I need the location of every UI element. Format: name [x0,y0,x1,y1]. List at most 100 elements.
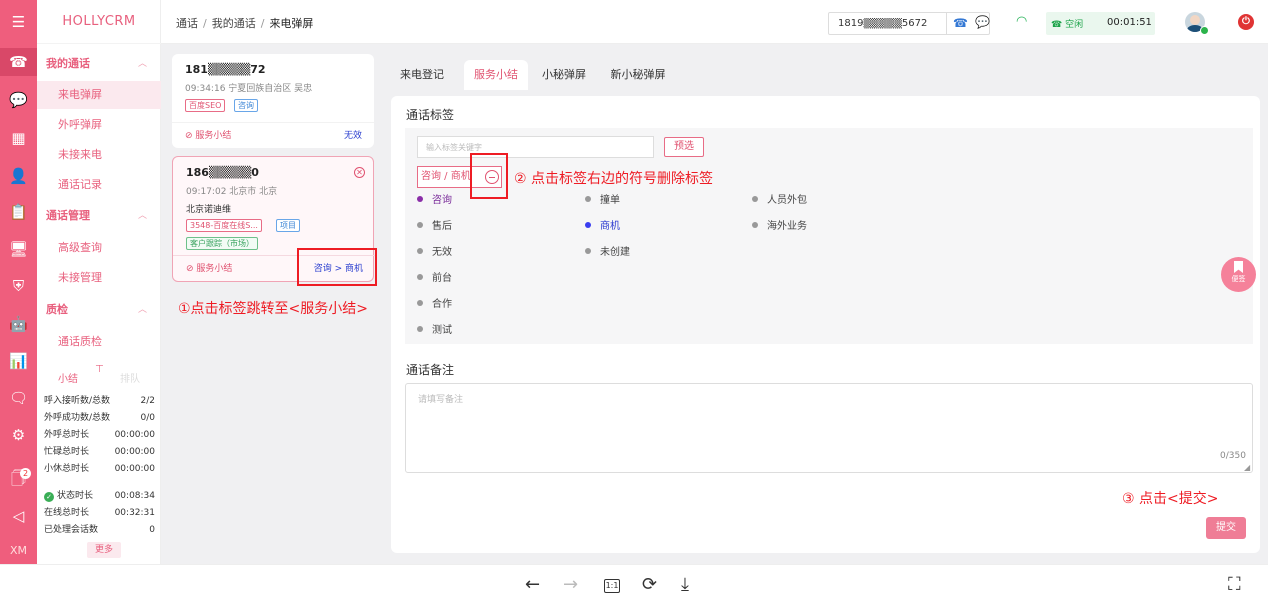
tag-option[interactable]: 海外业务 [752,220,807,234]
icon-rail: ☰ ☎ 💬 ▦ 👤 📋 🖥 ⛨ 🤖 📊 🗨 ⚙ 🗍 2 ◁ XM [0,0,37,564]
tab-new-assistant-popup[interactable]: 新小秘弹屏 [606,60,670,90]
bar-chart-icon[interactable]: 📊 [0,347,37,375]
breadcrumb-item[interactable]: 通话 [176,17,198,30]
call-tag: 客户跟踪（市场） [186,237,258,250]
tag-option[interactable]: 商机 [585,220,620,234]
collapse-icon[interactable]: ◁ [0,502,37,530]
tag-option[interactable]: 咨询 [417,194,452,208]
notification-icon[interactable]: 🗍 2 [0,466,37,494]
tab-bar: 来电登记 服务小结 小秘弹屏 新小秘弹屏 [390,56,1262,92]
menu-icon[interactable]: ☰ [0,8,37,36]
nav-item-outgoing-popup[interactable]: 外呼弹屏 [37,111,161,139]
tags-title: 通话标签 [406,108,455,122]
nav-item-incoming-popup[interactable]: 来电弹屏 [37,81,161,109]
settings-icon[interactable]: ⚙ [0,421,37,449]
shield-icon[interactable]: ⛨ [0,272,37,300]
resize-handle-icon[interactable]: ◢ [1244,463,1250,472]
next-arrow-icon[interactable]: → [563,575,578,595]
breadcrumb-item: 来电弹屏 [269,17,314,30]
tag-option[interactable]: 无效 [417,246,452,260]
brand-logo: HOLLYCRM [37,0,161,44]
stat-row: 呼入接听数/总数 2/2 [44,396,155,406]
tab-summary[interactable]: 小结 [58,370,78,385]
call-number: 181▒▒▒▒▒72 [185,63,266,76]
submit-button[interactable]: 提交 [1206,517,1246,539]
pin-icon[interactable]: ⊤ [95,364,104,375]
tag-option[interactable]: 人员外包 [752,194,807,208]
fullscreen-icon[interactable]: ⛶ [1228,575,1241,595]
phone-dial-box: ☎ 💬 [828,12,990,35]
actual-size-icon[interactable]: 1:1 [604,579,620,593]
annotation-box-tag-link [297,248,377,286]
clipboard-icon[interactable]: 📋 [0,198,37,226]
top-header: 通话/我的通话/来电弹屏 ☎ 💬 ◠ ☎ 空闲 00:01:51 ⏻ [161,0,1268,44]
nav-item-missed-management[interactable]: 未接管理 [37,264,161,292]
breadcrumb: 通话 / 我的通话 / 来电弹屏 [176,17,314,30]
tab-call-register[interactable]: 来电登记 [396,60,448,90]
tab-assistant-popup[interactable]: 小秘弹屏 [538,60,590,90]
status-label: ☎ 空闲 [1051,20,1084,30]
summary-value[interactable]: 无效 [344,128,362,141]
grid-icon[interactable]: ▦ [0,124,37,152]
message-icon[interactable]: 🗨 [0,384,37,412]
user-icon[interactable]: 👤 [0,162,37,190]
tag-option[interactable]: 前台 [417,272,452,286]
phone-icon[interactable]: ☎ [0,48,37,76]
robot-icon[interactable]: 🤖 [0,310,37,338]
annotation-box-remove [470,153,508,199]
chevron-up-icon: ︿ [137,305,147,315]
tag-option[interactable]: 合作 [417,298,452,312]
remark-textarea[interactable] [405,383,1253,473]
chat-icon[interactable]: 💬 [0,86,37,114]
nav-item-missed-calls[interactable]: 未接来电 [37,141,161,169]
notification-badge: 2 [20,468,31,479]
summary-tabs: 小结 ⊤ 排队 [37,364,161,390]
breadcrumb-item[interactable]: 我的通话 [212,17,256,30]
nav-group-my-calls[interactable]: 我的通话 ︿ [37,50,161,78]
call-tag: 3548-百度在线S... [186,219,262,232]
more-button[interactable]: 更多 [87,542,121,558]
summary-label: ⊘ 服务小结 [185,131,232,141]
tag-search-input[interactable] [417,136,654,158]
annotation-step2: ② 点击标签右边的符号删除标签 [514,171,714,187]
annotation-step3: ③ 点击<提交> [1122,491,1219,507]
download-icon[interactable]: ⤓ [681,575,689,595]
call-meta: 09:17:02 北京市 北京 [186,187,278,197]
viewer-toolbar: ← → 1:1 ⟳ ⤓ ⛶ [0,564,1268,604]
nav-item-advanced-search[interactable]: 高级查询 [37,234,161,262]
call-company: 北京诺迪维 [186,205,232,215]
nav-item-call-records[interactable]: 通话记录 [37,171,161,199]
stat-row: 小休总时长 00:00:00 [44,464,155,474]
call-card[interactable]: 181▒▒▒▒▒72 09:34:16 宁夏回族自治区 吴忠 百度SEO 咨询 … [172,54,374,148]
tab-service-summary[interactable]: 服务小结 [464,60,528,90]
phone-input[interactable] [830,14,945,33]
tag-option[interactable]: 未创建 [585,246,630,260]
agent-status[interactable]: ☎ 空闲 00:01:51 [1046,12,1155,35]
call-summary[interactable]: ⊘ 服务小结 无效 [172,122,374,144]
dial-icon[interactable]: ☎ [953,16,968,30]
tag-option[interactable]: 测试 [417,324,452,338]
prev-arrow-icon[interactable]: ← [525,575,540,595]
note-label: 便签 [1231,275,1246,283]
stat-row: 已处理会话数 0 [44,525,155,535]
selected-tag-label[interactable]: 咨询 / 商机 [421,171,471,182]
tag-option[interactable]: 售后 [417,220,452,234]
user-label[interactable]: XM [0,536,37,564]
summary-panel: 通话标签 预选 咨询 / 商机 咨询 售后 无效 前台 合作 测试 撞单 商机 … [391,96,1260,553]
nav-group-call-management[interactable]: 通话管理 ︿ [37,202,161,230]
nav-group-quality[interactable]: 质检 ︿ [37,296,161,324]
power-icon[interactable]: ⏻ [1238,14,1254,30]
rotate-icon[interactable]: ⟳ [642,575,657,595]
tag-option[interactable]: 撞单 [585,194,620,208]
note-button[interactable]: 便签 [1221,257,1256,292]
tab-queue[interactable]: 排队 [120,370,140,385]
chevron-up-icon: ︿ [137,211,147,221]
transfer-icon[interactable]: 💬 [975,15,990,29]
preselect-button[interactable]: 预选 [664,137,704,157]
stat-row: ✓ 状态时长 00:08:34 [44,488,155,505]
nav-group-label: 通话管理 [46,209,90,222]
nav-item-quality-check[interactable]: 通话质检 [37,328,161,356]
monitor-icon[interactable]: 🖥 [0,235,37,263]
close-icon[interactable]: ✕ [354,167,365,178]
call-tag: 咨询 [234,99,258,112]
